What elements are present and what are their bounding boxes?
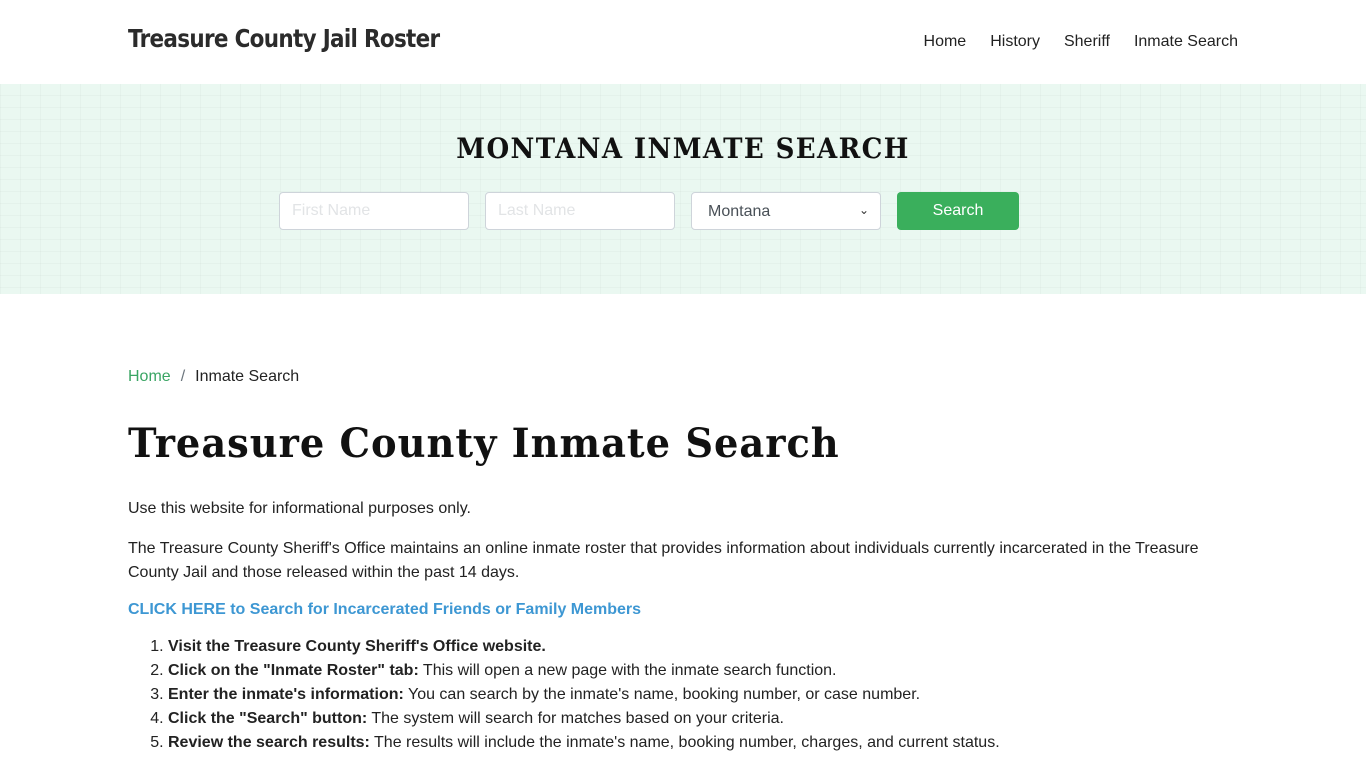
breadcrumb-separator: / [180, 368, 186, 385]
breadcrumb-current: Inmate Search [195, 368, 300, 385]
nav-sheriff[interactable]: Sheriff [1064, 33, 1110, 51]
step-title: Visit the Treasure County Sheriff's Offi… [168, 638, 546, 655]
step-text: You can search by the inmate's name, boo… [403, 686, 921, 703]
main-content: Home / Inmate Search Treasure County Inm… [128, 294, 1238, 755]
state-select[interactable]: Montana [691, 192, 881, 230]
search-friends-family-link[interactable]: CLICK HERE to Search for Incarcerated Fr… [128, 601, 1238, 619]
steps-list: Visit the Treasure County Sheriff's Offi… [128, 635, 1238, 755]
step-title: Click on the "Inmate Roster" tab: [168, 662, 419, 679]
breadcrumb: Home / Inmate Search [128, 368, 1238, 386]
state-select-wrapper: Montana ⌄ [691, 192, 897, 230]
description-text: The Treasure County Sheriff's Office mai… [128, 540, 1199, 581]
nav-inmate-search[interactable]: Inmate Search [1134, 33, 1238, 51]
last-name-input[interactable] [485, 192, 675, 230]
site-brand-link[interactable]: Treasure County Jail Roster [128, 24, 440, 53]
step-item: Click on the "Inmate Roster" tab: This w… [168, 659, 1238, 683]
search-hero: MONTANA INMATE SEARCH Montana ⌄ Search [0, 84, 1366, 294]
step-title: Enter the inmate's information: [168, 686, 404, 703]
step-text: The results will include the inmate's na… [369, 734, 1000, 751]
step-item: Click the "Search" button: The system wi… [168, 707, 1238, 731]
intro-text: Use this website for informational purpo… [128, 500, 471, 517]
main-nav: Home History Sheriff Inmate Search [900, 33, 1238, 51]
hero-title: MONTANA INMATE SEARCH [456, 132, 910, 165]
first-name-input[interactable] [279, 192, 469, 230]
step-item: Enter the inmate's information: You can … [168, 683, 1238, 707]
site-header: Treasure County Jail Roster Home History… [0, 0, 1366, 84]
inmate-search-form: Montana ⌄ Search [279, 192, 1019, 230]
step-text: This will open a new page with the inmat… [418, 662, 837, 679]
step-title: Click the "Search" button: [168, 710, 368, 727]
step-item: Review the search results: The results w… [168, 731, 1238, 755]
step-item: Visit the Treasure County Sheriff's Offi… [168, 635, 1238, 659]
nav-history[interactable]: History [990, 33, 1040, 51]
search-button[interactable]: Search [897, 192, 1019, 230]
breadcrumb-home[interactable]: Home [128, 368, 171, 386]
step-title: Review the search results: [168, 734, 370, 751]
page-title: Treasure County Inmate Search [128, 420, 840, 467]
step-text: The system will search for matches based… [367, 710, 784, 727]
nav-home[interactable]: Home [924, 33, 967, 51]
